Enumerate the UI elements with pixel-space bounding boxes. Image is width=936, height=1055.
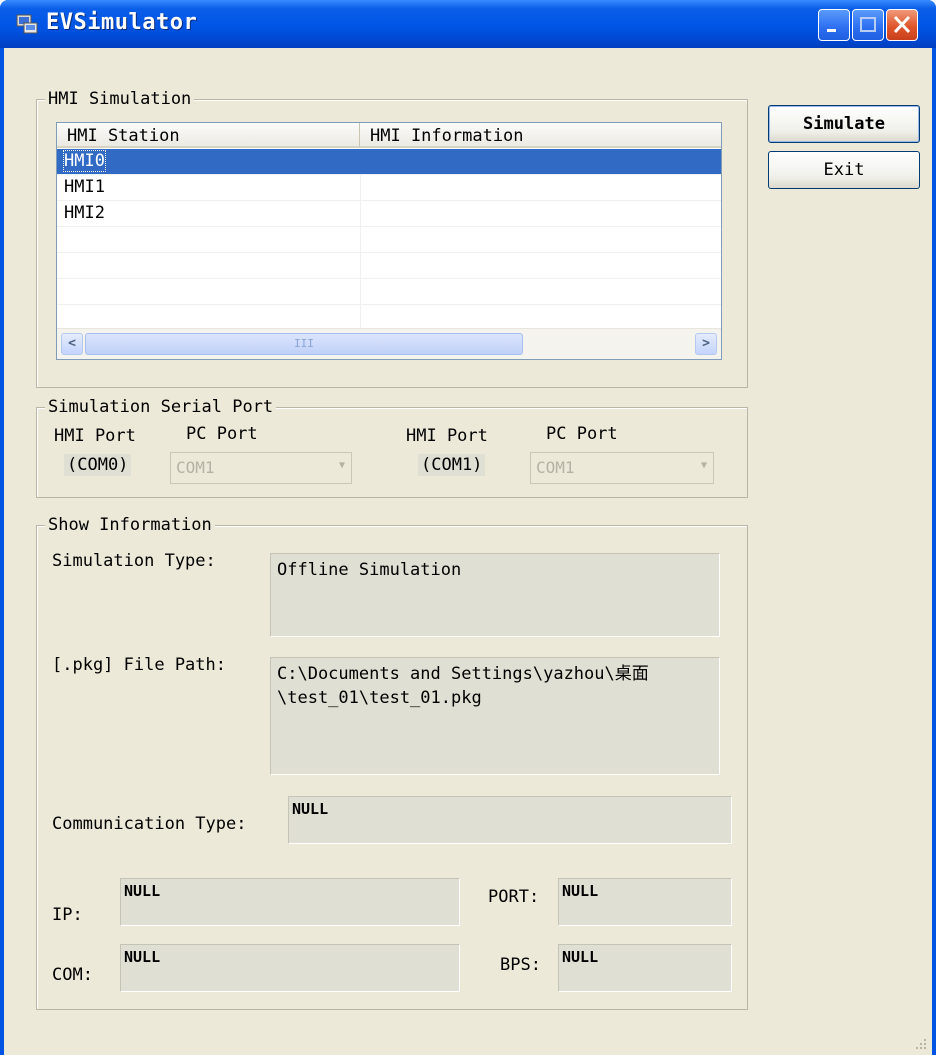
chevron-down-icon: ▼ [338, 460, 345, 471]
exit-button[interactable]: Exit [768, 151, 920, 189]
pc-port-value-2: COM1 [536, 458, 575, 477]
com-value: NULL [120, 944, 460, 992]
bps-value: NULL [558, 944, 732, 992]
station-cell: HMI1 [64, 177, 105, 197]
file-path-label: [.pkg] File Path: [52, 655, 226, 675]
communication-type-label: Communication Type: [52, 814, 247, 834]
chevron-left-icon: < [68, 336, 76, 351]
minimize-button[interactable] [818, 9, 850, 41]
bps-label: BPS: [500, 955, 541, 975]
hmi-port-label: HMI Port [54, 426, 136, 446]
pc-port-select-1[interactable]: COM1 ▼ [170, 452, 352, 484]
scroll-right-button[interactable]: > [695, 333, 717, 355]
chevron-right-icon: > [702, 336, 710, 351]
info-cell [360, 149, 721, 175]
hmi-port-label: HMI Port [406, 426, 488, 446]
list-item[interactable]: HMI0 [57, 149, 721, 175]
serial-port-legend: Simulation Serial Port [45, 398, 277, 416]
column-header-hmi-information[interactable]: HMI Information [360, 123, 721, 148]
port-value: NULL [558, 878, 732, 926]
empty-row [57, 279, 721, 305]
list-header: HMI Station HMI Information [57, 123, 721, 149]
simulate-button[interactable]: Simulate [768, 105, 920, 143]
ip-value: NULL [120, 878, 460, 926]
horizontal-scrollbar[interactable]: < III > [57, 328, 721, 359]
column-header-hmi-station[interactable]: HMI Station [57, 123, 360, 148]
com-label: COM: [52, 965, 93, 985]
app-icon [16, 14, 38, 34]
communication-type-value: NULL [288, 796, 732, 844]
info-cell [360, 175, 721, 201]
empty-row [57, 253, 721, 279]
station-cell: HMI0 [63, 150, 106, 172]
pc-port-label: PC Port [546, 424, 618, 444]
window-title: EVSimulator [46, 10, 198, 35]
hmi-port-com1: (COM1) [418, 454, 486, 476]
list-item[interactable]: HMI2 [57, 201, 721, 227]
hmi-port-com0: (COM0) [64, 454, 132, 476]
simulation-type-value: Offline Simulation [270, 553, 720, 637]
hmi-station-list[interactable]: HMI Station HMI Information HMI0 HMI1 HM… [56, 122, 722, 360]
show-information-legend: Show Information [45, 516, 215, 534]
empty-row [57, 227, 721, 253]
dialog-client-area: HMI Simulation HMI Station HMI Informati… [4, 48, 932, 1055]
station-cell: HMI2 [64, 203, 105, 223]
simulation-type-label: Simulation Type: [52, 551, 216, 571]
ip-label: IP: [52, 905, 83, 925]
chevron-down-icon: ▼ [700, 460, 707, 471]
pc-port-select-2[interactable]: COM1 ▼ [530, 452, 714, 484]
port-label: PORT: [488, 887, 540, 907]
minimize-icon [827, 29, 836, 32]
title-bar[interactable]: EVSimulator [0, 0, 936, 48]
pc-port-value-1: COM1 [176, 458, 215, 477]
resize-grip-icon[interactable] [914, 1037, 928, 1051]
maximize-button[interactable] [852, 9, 884, 41]
close-button[interactable] [886, 9, 918, 41]
scroll-left-button[interactable]: < [61, 333, 83, 355]
info-cell [360, 201, 721, 227]
main-window: EVSimulator HMI Simulation HMI Station H… [0, 0, 936, 1055]
pc-port-label: PC Port [186, 424, 258, 444]
file-path-value: C:\Documents and Settings\yazhou\桌面 \tes… [270, 657, 720, 775]
close-icon [893, 15, 911, 34]
hmi-simulation-legend: HMI Simulation [45, 90, 195, 108]
maximize-icon [860, 17, 876, 32]
list-item[interactable]: HMI1 [57, 175, 721, 201]
scrollbar-thumb[interactable]: III [85, 333, 523, 355]
